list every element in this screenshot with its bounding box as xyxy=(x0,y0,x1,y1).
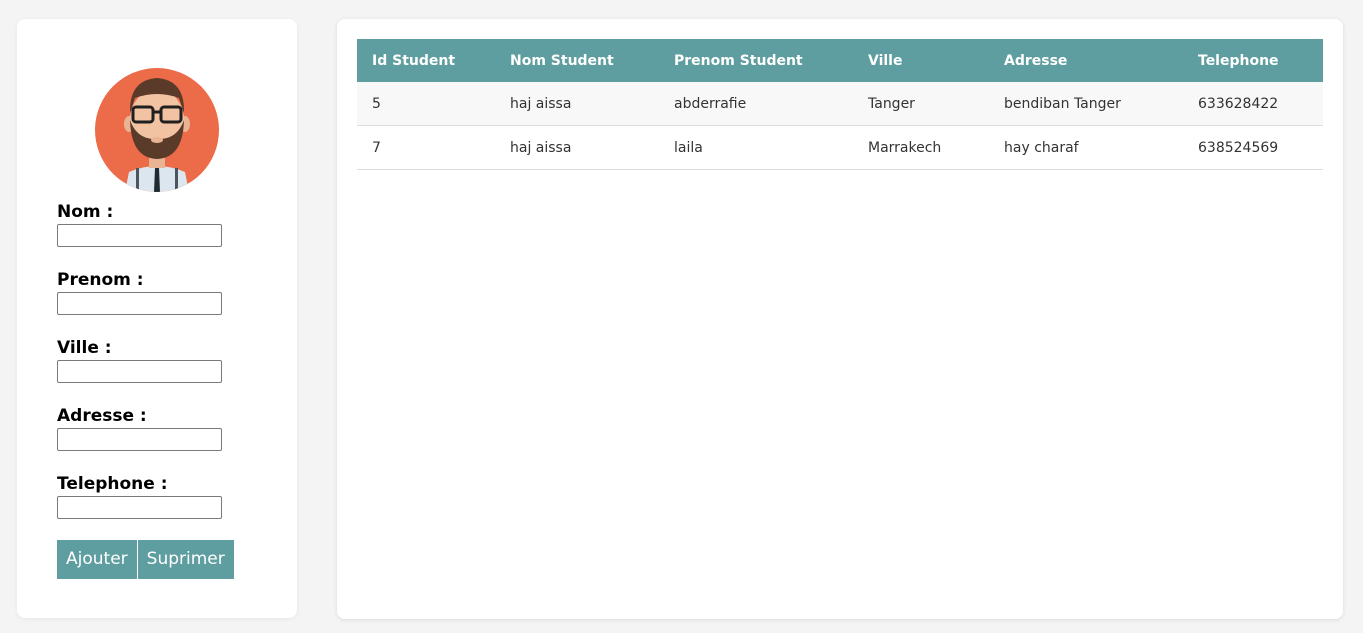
avatar xyxy=(95,68,219,192)
column-header-telephone: Telephone xyxy=(1198,52,1279,69)
cell-id: 7 xyxy=(357,125,495,170)
ville-field-group: Ville : xyxy=(57,338,222,406)
form-buttons: Ajouter Suprimer xyxy=(57,540,235,579)
table-row[interactable]: 5 haj aissa abderrafie Tanger bendiban T… xyxy=(357,82,1323,126)
nom-field-group: Nom : xyxy=(57,202,222,270)
cell-adresse: hay charaf xyxy=(989,125,1183,170)
table-row[interactable]: 7 haj aissa laila Marrakech hay charaf 6… xyxy=(357,125,1323,170)
column-header-nom: Nom Student xyxy=(510,52,614,69)
column-header-prenom: Prenom Student xyxy=(674,52,803,69)
prenom-input[interactable] xyxy=(57,292,222,315)
adresse-input[interactable] xyxy=(57,428,222,451)
ajouter-button[interactable]: Ajouter xyxy=(57,540,137,579)
prenom-field-group: Prenom : xyxy=(57,270,222,338)
column-header-ville: Ville xyxy=(868,52,903,69)
cell-adresse: bendiban Tanger xyxy=(989,82,1183,126)
suprimer-button[interactable]: Suprimer xyxy=(137,540,234,579)
ville-label: Ville : xyxy=(57,338,112,358)
students-table-panel: Id Student Nom Student Prenom Student Vi… xyxy=(337,19,1343,619)
telephone-input[interactable] xyxy=(57,496,222,519)
cell-telephone: 633628422 xyxy=(1183,82,1323,126)
students-table: Id Student Nom Student Prenom Student Vi… xyxy=(357,39,1323,170)
ville-input[interactable] xyxy=(57,360,222,383)
cell-id: 5 xyxy=(357,82,495,126)
cell-telephone: 638524569 xyxy=(1183,125,1323,170)
student-form-panel: Nom : Prenom : Ville : Adresse : Telepho… xyxy=(17,19,297,618)
cell-prenom: laila xyxy=(659,125,853,170)
cell-nom: haj aissa xyxy=(495,125,659,170)
adresse-field-group: Adresse : xyxy=(57,406,222,474)
prenom-label: Prenom : xyxy=(57,270,144,290)
column-header-adresse: Adresse xyxy=(1004,52,1068,69)
student-form: Nom : Prenom : Ville : Adresse : Telepho… xyxy=(57,202,222,542)
cell-nom: haj aissa xyxy=(495,82,659,126)
table-header-row: Id Student Nom Student Prenom Student Vi… xyxy=(357,39,1323,82)
cell-prenom: abderrafie xyxy=(659,82,853,126)
nom-input[interactable] xyxy=(57,224,222,247)
cell-ville: Marrakech xyxy=(853,125,989,170)
nom-label: Nom : xyxy=(57,202,114,222)
telephone-label: Telephone : xyxy=(57,474,168,494)
telephone-field-group: Telephone : xyxy=(57,474,222,542)
adresse-label: Adresse : xyxy=(57,406,147,426)
column-header-id: Id Student xyxy=(372,52,456,69)
cell-ville: Tanger xyxy=(853,82,989,126)
